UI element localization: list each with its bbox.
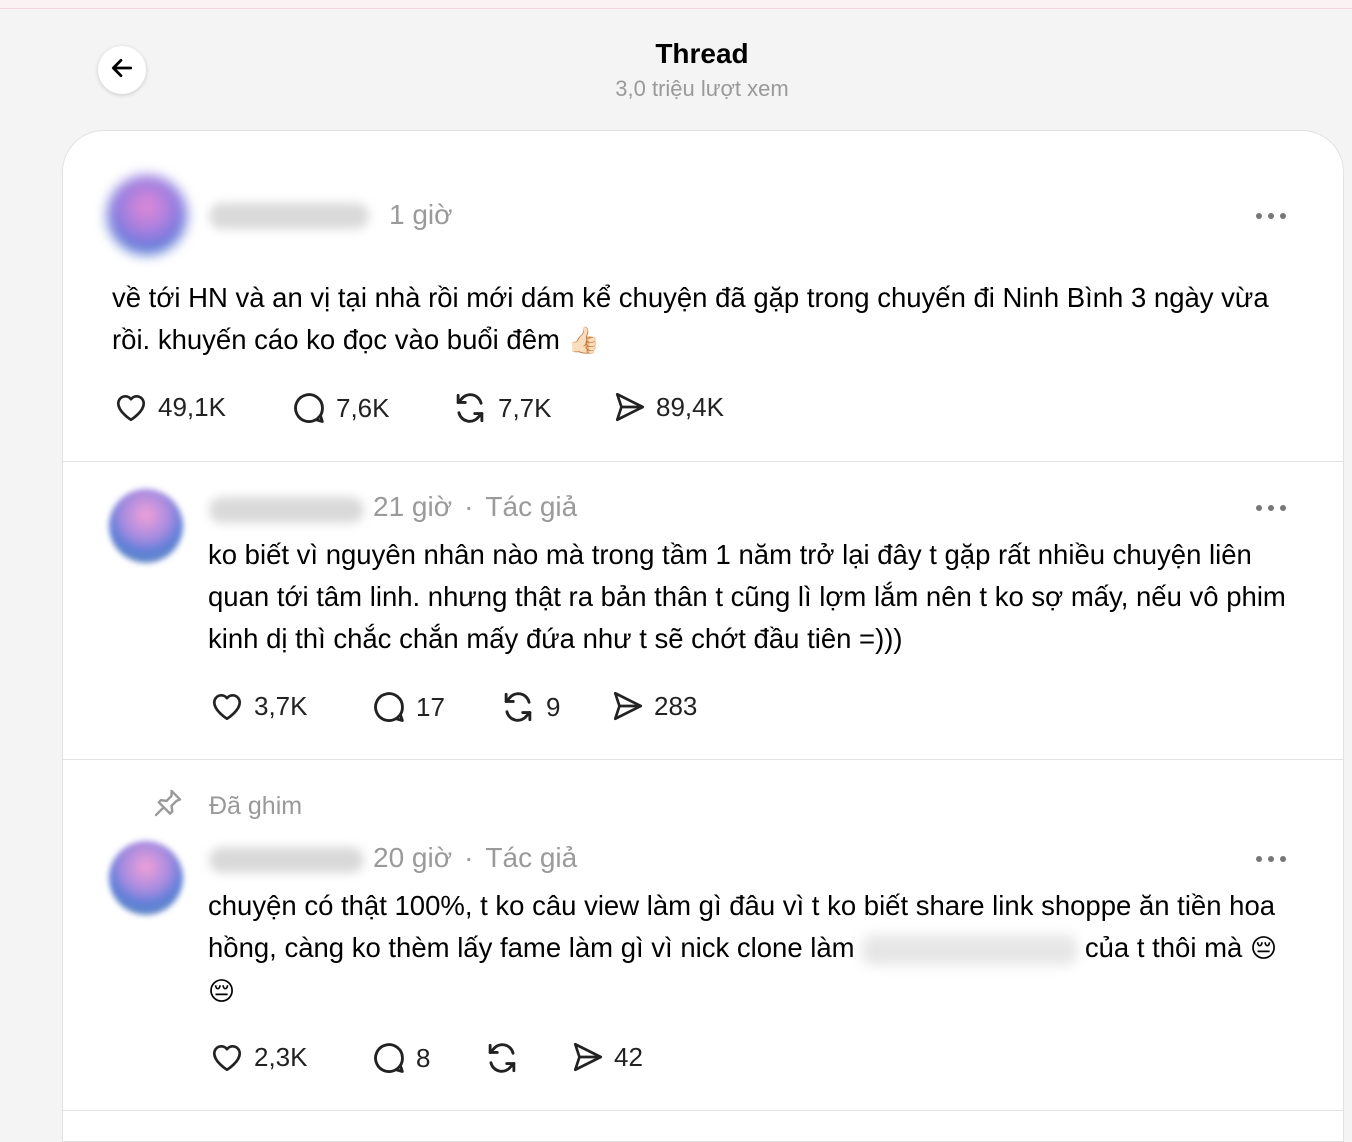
reply-actions: 2,3K 8 42 [208, 1039, 808, 1079]
repost-button[interactable]: 7,7K [450, 389, 552, 427]
comment-icon [370, 1039, 408, 1077]
reply-button[interactable]: 17 [370, 688, 445, 726]
comment-icon [370, 688, 408, 726]
view-count: 3,0 triệu lượt xem [615, 76, 789, 101]
thumbs-up-emoji: 👍🏻 [567, 326, 600, 356]
post-time: 21 giờ [373, 491, 453, 522]
redacted-text [862, 934, 1078, 965]
divider [63, 759, 1343, 760]
reply-text: chuyện có thật 100%, t ko câu view làm g… [208, 890, 1278, 1007]
repost-icon [450, 389, 490, 427]
author-name[interactable] [209, 497, 364, 523]
reply-count: 7,6K [336, 392, 390, 423]
like-count: 49,1K [158, 391, 226, 422]
post-meta: 20 giờ · Tác giả [373, 842, 578, 873]
post-actions: 49,1K 7,6K 7,7K 89,4K [112, 389, 812, 429]
like-button[interactable]: 49,1K [112, 389, 226, 425]
avatar[interactable] [109, 841, 183, 915]
reply-button[interactable]: 8 [370, 1039, 430, 1077]
send-icon [610, 688, 646, 724]
more-button[interactable] [1256, 505, 1286, 511]
post-meta: 21 giờ · Tác giả [373, 491, 578, 522]
pinned-label: Đã ghim [151, 786, 302, 827]
share-button[interactable]: 89,4K [612, 389, 724, 425]
share-count: 89,4K [656, 391, 724, 422]
send-icon [612, 389, 648, 425]
like-count: 3,7K [254, 690, 308, 721]
author-name[interactable] [209, 203, 369, 229]
pin-icon [151, 786, 185, 827]
share-button[interactable]: 283 [610, 688, 697, 724]
reply-text: ko biết vì nguyên nhân nào mà trong tầm … [208, 539, 1286, 654]
author-badge: Tác giả [485, 491, 578, 522]
author-name[interactable] [209, 847, 364, 873]
post-time: 1 giờ [389, 199, 453, 230]
author-badge: Tác giả [485, 842, 578, 873]
repost-icon [482, 1039, 522, 1077]
page-title: Thread [655, 38, 749, 69]
avatar[interactable] [107, 175, 187, 255]
divider [63, 461, 1343, 462]
repost-icon [498, 688, 538, 726]
heart-icon [208, 1039, 246, 1075]
reply-count: 17 [416, 691, 445, 722]
top-strip [0, 0, 1352, 9]
divider [63, 1110, 1343, 1111]
like-button[interactable]: 3,7K [208, 688, 308, 724]
repost-button[interactable] [482, 1039, 530, 1077]
post-time: 20 giờ [373, 842, 453, 873]
more-button[interactable] [1256, 213, 1286, 219]
reply-actions: 3,7K 17 9 283 [208, 688, 808, 728]
like-button[interactable]: 2,3K [208, 1039, 308, 1075]
share-count: 42 [614, 1041, 643, 1072]
more-horizontal-icon [1256, 505, 1262, 511]
reply-button[interactable]: 7,6K [290, 389, 390, 427]
repost-button[interactable]: 9 [498, 688, 560, 726]
more-horizontal-icon [1256, 213, 1262, 219]
post-text: về tới HN và an vị tại nhà rồi mới dám k… [112, 282, 1269, 356]
share-count: 283 [654, 690, 698, 721]
reply-count: 8 [416, 1042, 431, 1073]
avatar[interactable] [109, 489, 183, 563]
repost-count: 9 [546, 691, 561, 722]
comment-icon [290, 389, 328, 427]
send-icon [570, 1039, 606, 1075]
more-horizontal-icon [1256, 856, 1262, 862]
thread-card: 1 giờ về tới HN và an vị tại nhà rồi mới… [62, 130, 1344, 1142]
share-button[interactable]: 42 [570, 1039, 643, 1075]
heart-icon [208, 688, 246, 724]
like-count: 2,3K [254, 1041, 308, 1072]
heart-icon [112, 389, 150, 425]
repost-count: 7,7K [498, 392, 552, 423]
more-button[interactable] [1256, 856, 1286, 862]
